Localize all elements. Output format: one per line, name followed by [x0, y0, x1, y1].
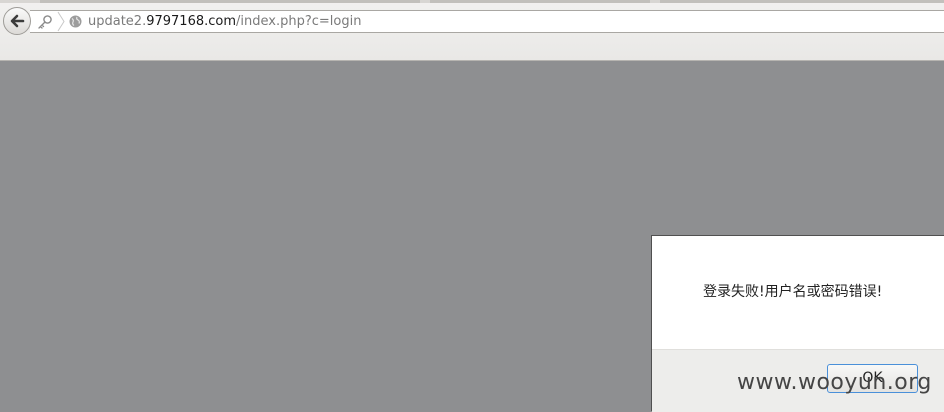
- url-path: /index.php?c=login: [236, 14, 362, 29]
- browser-toolbar: update2.9797168.com/index.php?c=login: [0, 0, 944, 61]
- url-prefix: update2.: [88, 14, 147, 29]
- back-button[interactable]: [3, 7, 31, 35]
- globe-icon: [69, 15, 82, 28]
- dialog-message: 登录失败!用户名或密码错误!: [703, 284, 883, 300]
- key-icon: [38, 14, 52, 29]
- chevron-right-icon: [57, 11, 65, 32]
- site-identity-button[interactable]: [36, 11, 82, 32]
- tab-border: [40, 0, 420, 3]
- url-text[interactable]: update2.9797168.com/index.php?c=login: [88, 13, 361, 30]
- url-domain: 9797168.com: [146, 14, 237, 29]
- back-arrow-icon: [10, 14, 25, 28]
- tab-border: [660, 0, 944, 3]
- watermark: www.wooyun.org: [737, 370, 932, 395]
- tab-border: [430, 0, 650, 3]
